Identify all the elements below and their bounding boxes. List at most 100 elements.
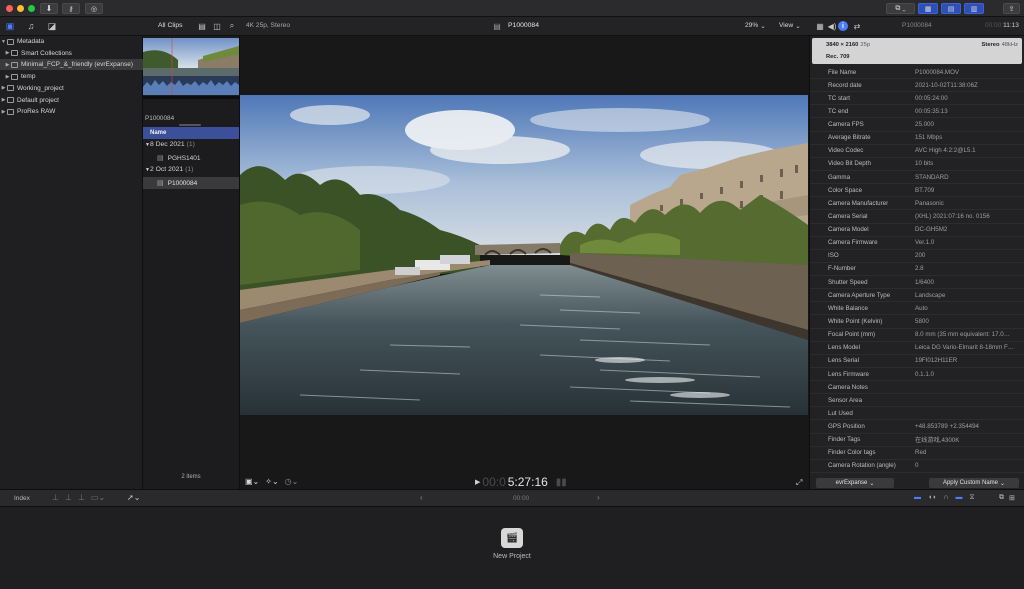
disclosure-closed-icon[interactable]: ▶ <box>4 62 11 68</box>
library-item[interactable]: ▼ Metadata <box>0 36 143 47</box>
clip-row-selected[interactable]: ▤ P1000084 <box>143 177 239 189</box>
select-tool-icon[interactable]: ➚⌄ <box>127 493 140 502</box>
metadata-value[interactable]: Leica DG Vario-Elmarit 8-18mm F… <box>897 344 1024 351</box>
append-clip-icon[interactable]: ⊥ <box>78 493 85 502</box>
metadata-value[interactable]: Landscape <box>897 292 1024 299</box>
library-item-label: ProRes RAW <box>17 108 56 116</box>
metadata-value[interactable]: 1/6400 <box>897 279 1024 286</box>
library-item[interactable]: ▶ temp <box>0 71 143 82</box>
disclosure-open-icon[interactable]: ▼ <box>0 39 7 45</box>
audio-waveform-icon[interactable]: ◖◗ <box>928 494 936 502</box>
clip-appearance-icon[interactable]: ▤ <box>196 20 208 32</box>
clip-filter-dropdown[interactable]: All Clips <box>158 22 183 29</box>
clip-filmstrip-thumbnail[interactable] <box>143 38 239 95</box>
speed-icon[interactable]: ◷⌄ <box>285 477 299 486</box>
show-timeline-toggle[interactable]: ▤ <box>941 3 961 14</box>
transitions-icon[interactable]: ⧉ <box>999 494 1004 502</box>
metadata-value[interactable]: 2021-10-02T11:38:06Z <box>897 82 1024 89</box>
share-inspector-icon[interactable]: ⇄ <box>851 20 863 32</box>
effects-browser-icon[interactable]: ⊞ <box>1009 494 1015 502</box>
library-item[interactable]: ▶ Smart Collections <box>0 48 143 59</box>
library-item[interactable]: ▶ ProRes RAW <box>0 106 143 117</box>
metadata-value[interactable]: 5800 <box>897 318 1024 325</box>
search-icon[interactable]: ⌕ <box>226 20 238 32</box>
metadata-value[interactable]: 2.8 <box>897 265 1024 272</box>
metadata-value[interactable]: 19FI012H11ER <box>897 357 1024 364</box>
metadata-value[interactable]: DC-GH5M2 <box>897 226 1024 233</box>
insert-clip-icon[interactable]: ⊥ <box>65 493 72 502</box>
close-window-button[interactable] <box>6 5 13 12</box>
metadata-value[interactable]: 在线游戏,4300K <box>897 435 1024 444</box>
library-item[interactable]: ▶ Minimal_FCP_&_friendly (evrExpanse) <box>0 59 143 71</box>
forward-arrow-icon[interactable]: › <box>597 493 600 502</box>
metadata-value[interactable]: BT.709 <box>897 187 1024 194</box>
titles-generators-icon[interactable]: ◪ <box>46 20 58 32</box>
apply-custom-name-button[interactable]: Apply Custom Name ⌄ <box>929 478 1019 488</box>
metadata-value[interactable]: STANDARD <box>897 174 1024 181</box>
disclosure-closed-icon[interactable]: ▶ <box>0 109 7 115</box>
metadata-value[interactable]: 151 Mbps <box>897 134 1024 141</box>
metadata-value[interactable]: 0.1.1.0 <box>897 371 1024 378</box>
workspace-menu-button[interactable]: ⧉ ⌄ <box>886 3 915 14</box>
name-column-header[interactable]: Name <box>143 127 239 139</box>
disclosure-closed-icon[interactable]: ▶ <box>0 85 7 91</box>
metadata-value[interactable]: 0 <box>897 462 1024 469</box>
import-button[interactable]: ⬇ <box>40 3 58 14</box>
metadata-value[interactable]: 00:05:24:00 <box>897 95 1024 102</box>
library-item[interactable]: ▶ Working_project <box>0 83 143 94</box>
new-project-button[interactable]: 🎬︎ <box>501 528 523 548</box>
metadata-value[interactable]: Ver.1.0 <box>897 239 1024 246</box>
disclosure-closed-icon[interactable]: ▶ <box>4 74 11 80</box>
headphones-icon[interactable]: ∩ <box>943 494 948 502</box>
date-group-dec-2021[interactable]: ▼8 Dec 2021 (1) <box>145 141 195 148</box>
metadata-value[interactable]: Auto <box>897 305 1024 312</box>
info-inspector-icon[interactable]: i <box>838 21 848 31</box>
date-group-oct-2021[interactable]: ▼2 Oct 2021 (1) <box>145 166 193 173</box>
metadata-value[interactable]: 00:05:35:13 <box>897 108 1024 115</box>
disclosure-closed-icon[interactable]: ▶ <box>0 97 7 103</box>
metadata-key: Average Bitrate <box>828 134 871 142</box>
video-inspector-icon[interactable]: ▦ <box>814 20 826 32</box>
solo-icon[interactable]: ▬ <box>956 494 963 502</box>
timecode-display[interactable]: ▶ 00:0 5:27:16 ▮▮ <box>475 475 567 489</box>
background-tasks-button[interactable]: ◎ <box>85 3 103 14</box>
metadata-value[interactable]: Panasonic <box>897 200 1024 207</box>
library-item[interactable]: ▶ Default project <box>0 95 143 106</box>
clip-appearance-icon[interactable]: ▬ <box>914 494 921 502</box>
audio-inspector-icon[interactable]: ◀) <box>826 20 838 32</box>
clip-row[interactable]: ▤ PGHS1401 <box>157 152 239 164</box>
fullscreen-icon[interactable]: ⤢ <box>796 478 802 488</box>
metadata-value[interactable]: (XHL) 2021:07:16 no. 0156 <box>897 213 1024 220</box>
overwrite-clip-icon[interactable]: ▭⌄ <box>91 493 105 502</box>
zoom-window-button[interactable] <box>28 5 35 12</box>
metadata-view-dropdown[interactable]: evrExpanse ⌄ <box>816 478 894 488</box>
connect-clip-icon[interactable]: ⊥ <box>52 493 59 502</box>
back-arrow-icon[interactable]: ‹ <box>420 493 423 502</box>
resize-handle[interactable] <box>179 124 201 126</box>
view-menu[interactable]: View ⌄ <box>779 22 801 30</box>
metadata-value[interactable]: Red <box>897 449 1024 456</box>
keywords-button[interactable]: ⚷ <box>62 3 80 14</box>
filmstrip-icon[interactable]: ◫ <box>211 20 223 32</box>
metadata-value[interactable]: P1000084.MOV <box>897 69 1024 76</box>
snapping-icon[interactable]: ⧖ <box>970 494 975 502</box>
photos-audio-icon[interactable]: ♫ <box>25 20 37 32</box>
zoom-dropdown[interactable]: 29% ⌄ <box>745 22 766 30</box>
metadata-value[interactable]: +48.853789 +2.354494 <box>897 423 1024 430</box>
show-inspector-toggle[interactable]: ▥ <box>964 3 984 14</box>
disclosure-closed-icon[interactable]: ▶ <box>4 50 11 56</box>
video-frame[interactable] <box>240 95 808 415</box>
metadata-value[interactable]: 25.000 <box>897 121 1024 128</box>
metadata-value[interactable]: AVC High 4:2:2@L5.1 <box>897 147 1024 154</box>
timeline-index-button[interactable]: Index <box>14 495 30 502</box>
effects-wand-icon[interactable]: ✧⌄ <box>265 477 278 486</box>
libraries-icon[interactable]: ▣ <box>4 20 16 32</box>
share-button[interactable]: ⇪ <box>1003 3 1020 14</box>
metadata-value[interactable]: 8.0 mm (35 mm equivalent: 17.0… <box>897 331 1024 338</box>
metadata-value[interactable]: 200 <box>897 252 1024 259</box>
play-icon[interactable]: ▶ <box>475 478 480 486</box>
minimize-window-button[interactable] <box>17 5 24 12</box>
show-browser-toggle[interactable]: ▦ <box>918 3 938 14</box>
transform-tool-icon[interactable]: ▣⌄ <box>245 477 259 486</box>
metadata-value[interactable]: 10 bits <box>897 160 1024 167</box>
